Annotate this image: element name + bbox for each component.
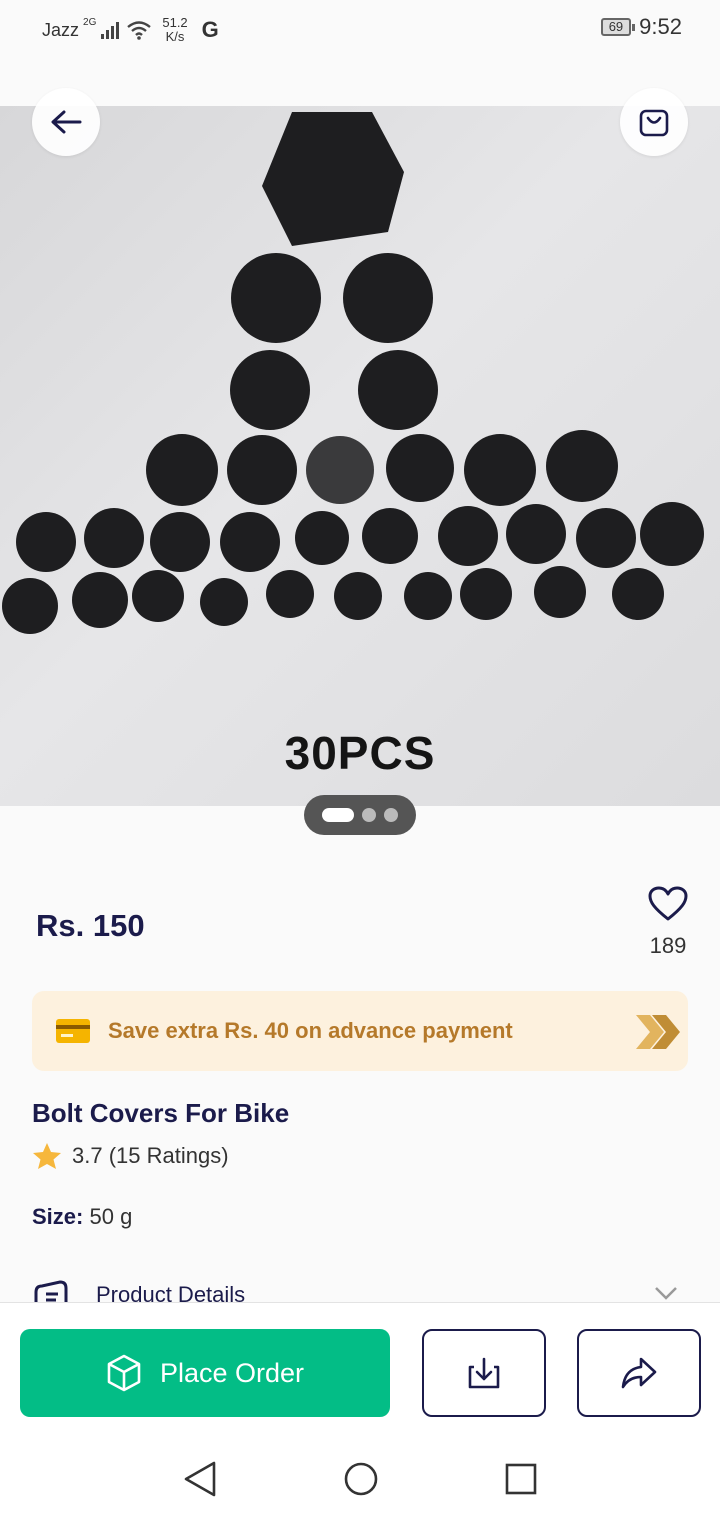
size-label: Size:: [32, 1204, 84, 1229]
network-speed: 51.2 K/s: [162, 16, 187, 44]
status-bar: Jazz 2G 51.2 K/s G 69 9:52: [0, 0, 720, 56]
arrow-left-icon: [51, 110, 82, 134]
chevron-down-icon: [655, 1287, 677, 1300]
product-details-toggle[interactable]: Product Details: [32, 1280, 688, 1304]
clock: 9:52: [639, 14, 682, 39]
place-order-label: Place Order: [159, 1357, 305, 1388]
status-left: Jazz 2G 51.2 K/s G: [42, 16, 219, 44]
double-chevron-right-icon: [636, 1015, 680, 1049]
star-icon: [33, 1143, 61, 1169]
system-nav-bar: [0, 1436, 720, 1520]
product-price: Rs. 150: [36, 908, 145, 943]
product-details-label: Product Details: [96, 1282, 246, 1304]
wishlist-count: 189: [649, 933, 687, 958]
square-recent-icon[interactable]: [504, 1460, 538, 1498]
box-icon: [107, 1354, 141, 1392]
credit-card-icon: [56, 1019, 90, 1043]
cap: [231, 253, 321, 343]
circle-home-icon[interactable]: [342, 1460, 380, 1498]
promo-text: Save extra Rs. 40 on advance payment: [108, 1018, 513, 1043]
download-icon: [468, 1357, 500, 1389]
image-pager[interactable]: [304, 795, 416, 835]
rating-text: 3.7 (15 Ratings): [72, 1143, 229, 1168]
wishlist-button[interactable]: 189: [640, 886, 696, 959]
share-icon: [621, 1357, 657, 1389]
wifi-icon: [127, 21, 152, 40]
place-order-button[interactable]: Place Order: [20, 1329, 390, 1417]
download-button[interactable]: [422, 1329, 546, 1417]
cart-button[interactable]: [620, 88, 688, 156]
bottom-action-bar: Place Order: [0, 1302, 720, 1436]
product-image[interactable]: 30PCS: [0, 106, 720, 806]
cap: [230, 350, 310, 430]
product-rating[interactable]: 3.7 (15 Ratings): [32, 1142, 229, 1170]
size-value: 50 g: [89, 1204, 133, 1229]
speed-value: 51.2: [162, 15, 188, 30]
hex-cap: [262, 112, 404, 246]
battery-icon: 69: [600, 18, 636, 36]
product-title: Bolt Covers For Bike: [32, 1098, 290, 1128]
google-icon: G: [201, 17, 219, 42]
signal-icon: [101, 22, 120, 39]
back-button[interactable]: [32, 88, 100, 156]
share-button[interactable]: [577, 1329, 701, 1417]
pager-dot-active[interactable]: [322, 808, 354, 822]
document-icon: [34, 1280, 68, 1304]
triangle-back-icon[interactable]: [182, 1460, 218, 1498]
cap: [343, 253, 433, 343]
shopping-bag-icon: [639, 109, 669, 137]
advance-payment-banner[interactable]: Save extra Rs. 40 on advance payment: [32, 991, 688, 1071]
carrier-label: Jazz: [42, 19, 80, 40]
heart-icon: [648, 886, 688, 921]
pager-dot[interactable]: [362, 808, 376, 822]
pager-dot[interactable]: [384, 808, 398, 822]
status-right: 69 9:52: [600, 14, 682, 40]
image-caption: 30PCS: [284, 727, 436, 779]
product-size: Size: 50 g: [32, 1204, 132, 1230]
network-type: 2G: [83, 16, 97, 28]
cap: [358, 350, 438, 430]
speed-unit: K/s: [165, 29, 185, 44]
product-photo: [2, 112, 704, 634]
